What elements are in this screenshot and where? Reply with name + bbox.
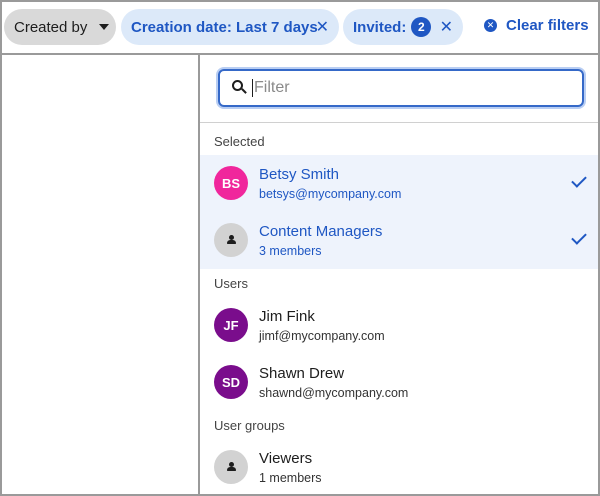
list-item-user[interactable]: JF Jim Fink jimf@mycompany.com	[200, 297, 598, 354]
clear-filters-label: Clear filters	[506, 17, 589, 34]
item-email: betsys@mycompany.com	[259, 187, 402, 201]
item-name: Content Managers	[259, 223, 383, 240]
person-icon	[226, 235, 236, 245]
item-name: Jim Fink	[259, 308, 315, 325]
group-avatar	[214, 450, 248, 484]
creation-date-label: Creation date: Last 7 days	[131, 18, 318, 36]
item-members: 1 members	[259, 471, 322, 485]
item-members: 3 members	[259, 244, 322, 258]
created-by-dropdown[interactable]: Created by	[4, 9, 116, 45]
section-label-users: Users	[214, 276, 248, 291]
list-item-group[interactable]: Viewers 1 members	[200, 439, 598, 496]
creation-date-chip[interactable]: Creation date: Last 7 days ✕	[121, 9, 339, 45]
divider	[200, 122, 598, 123]
person-icon	[226, 462, 236, 472]
caret-down-icon	[99, 24, 110, 30]
item-name: Viewers	[259, 450, 313, 467]
avatar: BS	[214, 166, 248, 200]
invited-count-badge: 2	[411, 17, 432, 37]
item-name: Shawn Drew	[259, 365, 345, 382]
item-name: Betsy Smith	[259, 166, 340, 183]
clear-circle-icon: ✕	[484, 19, 497, 32]
clear-filters-button[interactable]: ✕ Clear filters	[484, 17, 589, 34]
avatar: SD	[214, 365, 248, 399]
search-icon	[232, 80, 248, 96]
list-item-selected[interactable]: Content Managers 3 members	[200, 212, 598, 269]
section-label-groups: User groups	[214, 418, 285, 433]
created-by-label: Created by	[14, 18, 88, 36]
invited-label: Invited:	[353, 18, 407, 36]
invited-dropdown-panel: Selected BS Betsy Smith betsys@mycompany…	[198, 55, 598, 494]
close-icon[interactable]: ✕	[440, 17, 453, 37]
section-label-selected: Selected	[214, 134, 265, 149]
checkmark-icon	[571, 229, 587, 245]
filter-search-box[interactable]	[218, 69, 584, 107]
close-icon[interactable]: ✕	[316, 17, 329, 37]
invited-chip[interactable]: Invited: 2 ✕	[343, 9, 463, 45]
group-avatar	[214, 223, 248, 257]
list-item-selected[interactable]: BS Betsy Smith betsys@mycompany.com	[200, 155, 598, 212]
list-item-user[interactable]: SD Shawn Drew shawnd@mycompany.com	[200, 354, 598, 411]
checkmark-icon	[571, 172, 587, 188]
avatar: JF	[214, 308, 248, 342]
item-email: jimf@mycompany.com	[259, 329, 385, 343]
item-email: shawnd@mycompany.com	[259, 386, 409, 400]
filter-input[interactable]	[252, 79, 572, 97]
filter-bar: Created by Creation date: Last 7 days ✕ …	[2, 2, 598, 55]
